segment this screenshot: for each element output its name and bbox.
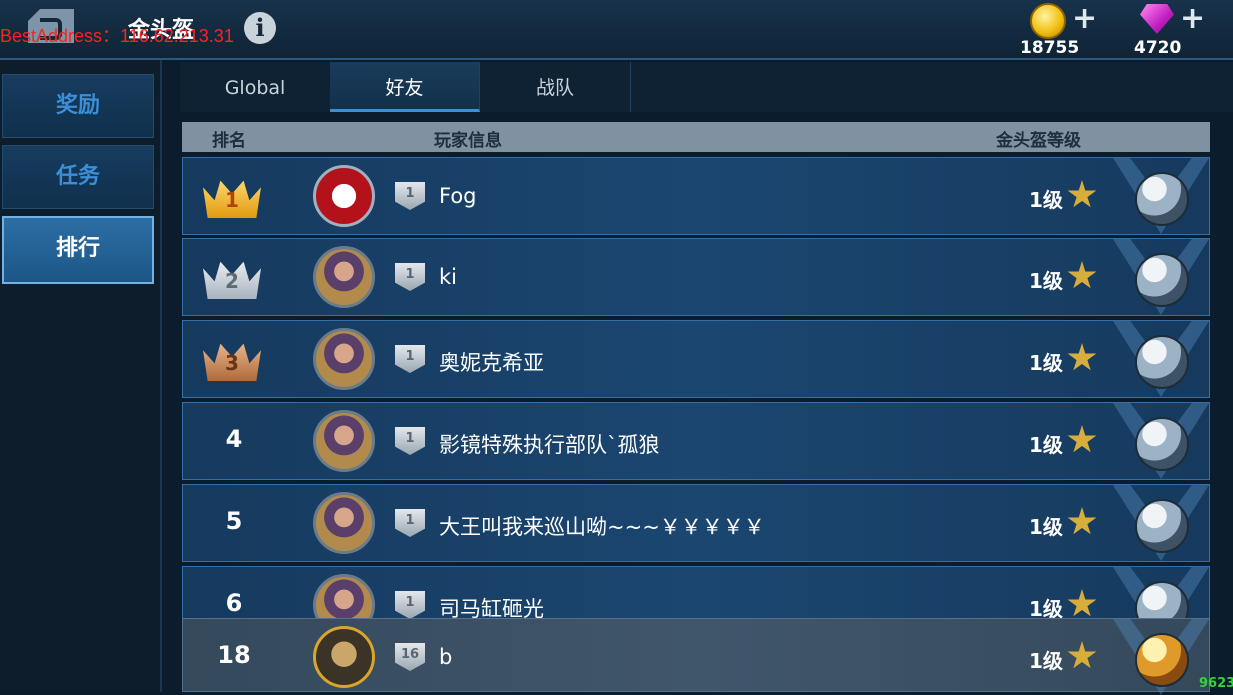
rank-number: 3	[225, 351, 239, 375]
player-level-badge: 1	[395, 509, 425, 537]
rank-number: 18	[217, 641, 251, 669]
player-level-badge: 16	[395, 643, 425, 671]
fps-counter: 9623	[1199, 676, 1233, 691]
add-coins-button[interactable]: +	[1072, 4, 1097, 34]
crown-gold-icon: 1	[203, 174, 261, 218]
avatar[interactable]	[313, 410, 375, 472]
avatar[interactable]	[313, 492, 375, 554]
player-level-badge: 1	[395, 345, 425, 373]
star-icon	[1067, 507, 1097, 535]
player-name: b	[439, 645, 453, 669]
player-level-badge: 1	[395, 263, 425, 291]
top-bar: 金头盔 i BestAddress：116.62.213.31 + 18755 …	[0, 0, 1233, 60]
column-header-player: 玩家信息	[434, 131, 502, 151]
sidebar-item-rewards[interactable]: 奖励	[2, 74, 154, 138]
helmet-icon	[1135, 499, 1189, 553]
avatar[interactable]	[313, 246, 375, 308]
coin-count: 18755	[1020, 38, 1080, 58]
column-header-level: 金头盔等级	[996, 131, 1081, 151]
helmet-icon	[1135, 253, 1189, 307]
player-name: 大王叫我来巡山呦~~~￥￥￥￥￥	[439, 515, 765, 539]
player-name: ki	[439, 265, 457, 289]
gem-icon	[1140, 4, 1174, 34]
table-row[interactable]: 2 1 ki 1级	[182, 238, 1210, 316]
helmet-icon	[1135, 172, 1189, 226]
avatar[interactable]	[313, 165, 375, 227]
helmet-level: 1级	[1029, 351, 1063, 375]
crown-silver-icon: 2	[203, 255, 261, 299]
sidebar-item-ranking[interactable]: 排行	[2, 216, 154, 284]
helmet-level: 1级	[1029, 269, 1063, 293]
rank-number: 4	[225, 425, 243, 453]
debug-address-text: BestAddress：116.62.213.31	[0, 26, 234, 46]
table-row[interactable]: 4 1 影镜特殊执行部队`孤狼 1级	[182, 402, 1210, 480]
tab-bar: Global 好友 战队	[180, 62, 1233, 112]
info-icon[interactable]: i	[244, 12, 276, 44]
star-icon	[1067, 425, 1097, 453]
add-gems-button[interactable]: +	[1180, 4, 1205, 34]
helmet-icon	[1135, 335, 1189, 389]
star-icon	[1067, 261, 1097, 289]
star-icon	[1067, 589, 1097, 617]
player-name: 奥妮克希亚	[439, 351, 544, 375]
tab-friends[interactable]: 好友	[330, 62, 480, 112]
rank-number: 2	[225, 269, 239, 293]
helmet-icon	[1135, 633, 1189, 687]
helmet-icon	[1135, 417, 1189, 471]
tab-team[interactable]: 战队	[480, 62, 631, 112]
crown-bronze-icon: 3	[203, 337, 261, 381]
tab-global[interactable]: Global	[180, 62, 331, 112]
table-row[interactable]: 5 1 大王叫我来巡山呦~~~￥￥￥￥￥ 1级	[182, 484, 1210, 562]
avatar[interactable]	[313, 328, 375, 390]
star-icon	[1067, 343, 1097, 371]
rank-number: 5	[225, 507, 243, 535]
self-rank-row[interactable]: 18 16 b 1级	[182, 618, 1210, 695]
sidebar-item-tasks[interactable]: 任务	[2, 145, 154, 209]
coin-icon	[1030, 3, 1066, 39]
player-level-badge: 1	[395, 182, 425, 210]
column-header-rank: 排名	[212, 131, 246, 151]
table-header: 排名 玩家信息 金头盔等级	[182, 122, 1210, 152]
helmet-level: 1级	[1029, 515, 1063, 539]
avatar[interactable]	[313, 626, 375, 688]
rank-number: 1	[225, 188, 239, 212]
helmet-level: 1级	[1029, 649, 1063, 673]
player-level-badge: 1	[395, 591, 425, 619]
table-row[interactable]: 1 1 Fog 1级	[182, 157, 1210, 235]
table-row[interactable]: 3 1 奥妮克希亚 1级	[182, 320, 1210, 398]
star-icon	[1067, 180, 1097, 208]
player-name: Fog	[439, 184, 477, 208]
helmet-level: 1级	[1029, 433, 1063, 457]
player-name: 影镜特殊执行部队`孤狼	[439, 433, 660, 457]
star-icon	[1067, 641, 1097, 669]
gem-count: 4720	[1134, 38, 1182, 58]
helmet-level: 1级	[1029, 188, 1063, 212]
rank-number: 6	[225, 589, 243, 617]
sidebar: 奖励 任务 排行	[0, 60, 162, 692]
player-level-badge: 1	[395, 427, 425, 455]
